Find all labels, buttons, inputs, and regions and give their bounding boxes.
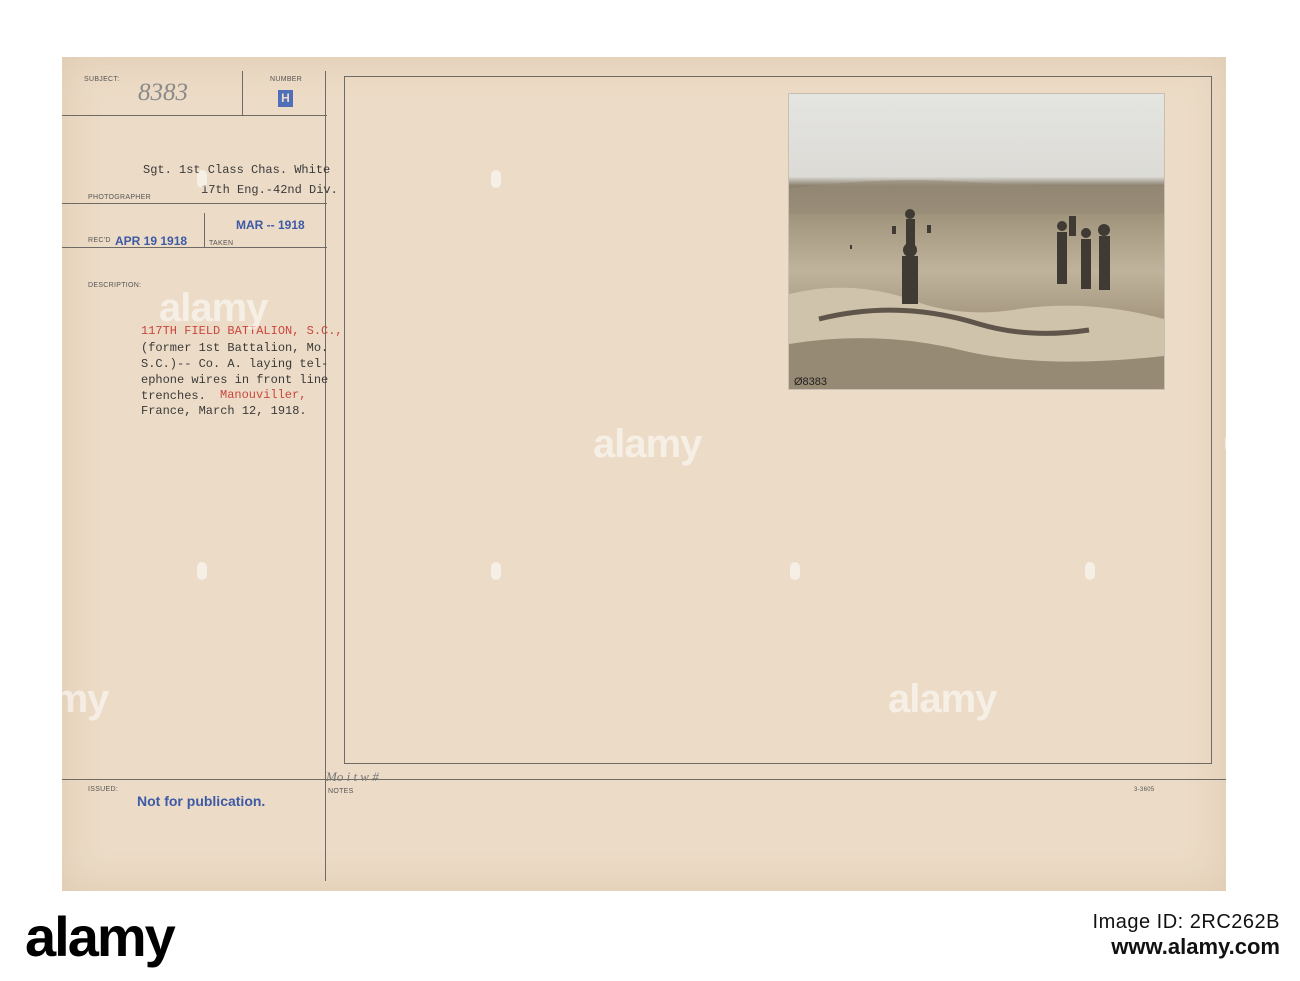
watermark-pin xyxy=(197,170,207,188)
issued-stamp: Not for publication. xyxy=(137,793,266,809)
image-id-value: 2RC262B xyxy=(1189,911,1280,933)
watermark: alamy xyxy=(159,286,268,330)
subject-label: SUBJECT: xyxy=(84,76,120,83)
notes-rule xyxy=(62,779,1226,780)
watermark: alamy xyxy=(888,677,997,721)
image-info: Image ID: 2RC262B www.alamy.com xyxy=(1093,911,1280,960)
subject-divider xyxy=(242,71,243,115)
issued-label: ISSUED: xyxy=(88,786,119,793)
photographer-label: PHOTOGRAPHER xyxy=(88,194,151,201)
subject-number: 8383 xyxy=(138,79,188,106)
watermark-pin xyxy=(40,170,50,188)
received-date-stamp: APR 19 1918 xyxy=(115,234,188,248)
notes-label: NOTES xyxy=(328,788,354,795)
recd-label: REC'D xyxy=(88,237,111,244)
trench-scene xyxy=(789,180,1164,389)
header-rule xyxy=(62,115,327,116)
photographer-rule xyxy=(62,203,327,204)
number-stamp: H xyxy=(278,90,293,107)
watermark-pin xyxy=(491,170,501,188)
site-link[interactable]: www.alamy.com xyxy=(1093,934,1280,960)
taken-date-stamp: MAR -- 1918 xyxy=(236,218,305,232)
watermark-pin xyxy=(197,562,207,580)
description-place: Manouviller, xyxy=(220,388,307,402)
taken-label: TAKEN xyxy=(209,240,234,247)
watermark-pin xyxy=(1225,434,1235,452)
watermark: alamy xyxy=(593,422,702,466)
date-divider xyxy=(204,213,205,247)
watermark-pin xyxy=(790,562,800,580)
description-date: France, March 12, 1918. xyxy=(141,404,307,418)
footer-bar: alamy Image ID: 2RC262B www.alamy.com xyxy=(0,891,1300,981)
form-code: 3-3605 xyxy=(1134,787,1155,793)
date-rule xyxy=(62,247,327,248)
brand-logo[interactable]: alamy xyxy=(25,904,176,969)
archive-card: SUBJECT: NUMBER PHOTOGRAPHER REC'D TAKEN… xyxy=(0,57,1235,891)
number-label: NUMBER xyxy=(270,76,303,83)
description-label: DESCRIPTION: xyxy=(88,282,142,289)
notes-handwriting: Mo i t w # xyxy=(326,769,379,784)
watermark-pin xyxy=(491,562,501,580)
watermark-pin xyxy=(40,434,50,452)
photographer-name: Sgt. 1st Class Chas. White xyxy=(143,163,331,177)
watermark-pin xyxy=(1085,562,1095,580)
image-code: Image ID: 2RC262B xyxy=(1092,911,1280,933)
photographer-unit: 17th Eng.-42nd Div. xyxy=(201,183,338,197)
photo-caption: Ø8383 xyxy=(794,376,828,388)
trench-photograph xyxy=(789,94,1164,389)
watermark: alamy xyxy=(0,677,109,721)
